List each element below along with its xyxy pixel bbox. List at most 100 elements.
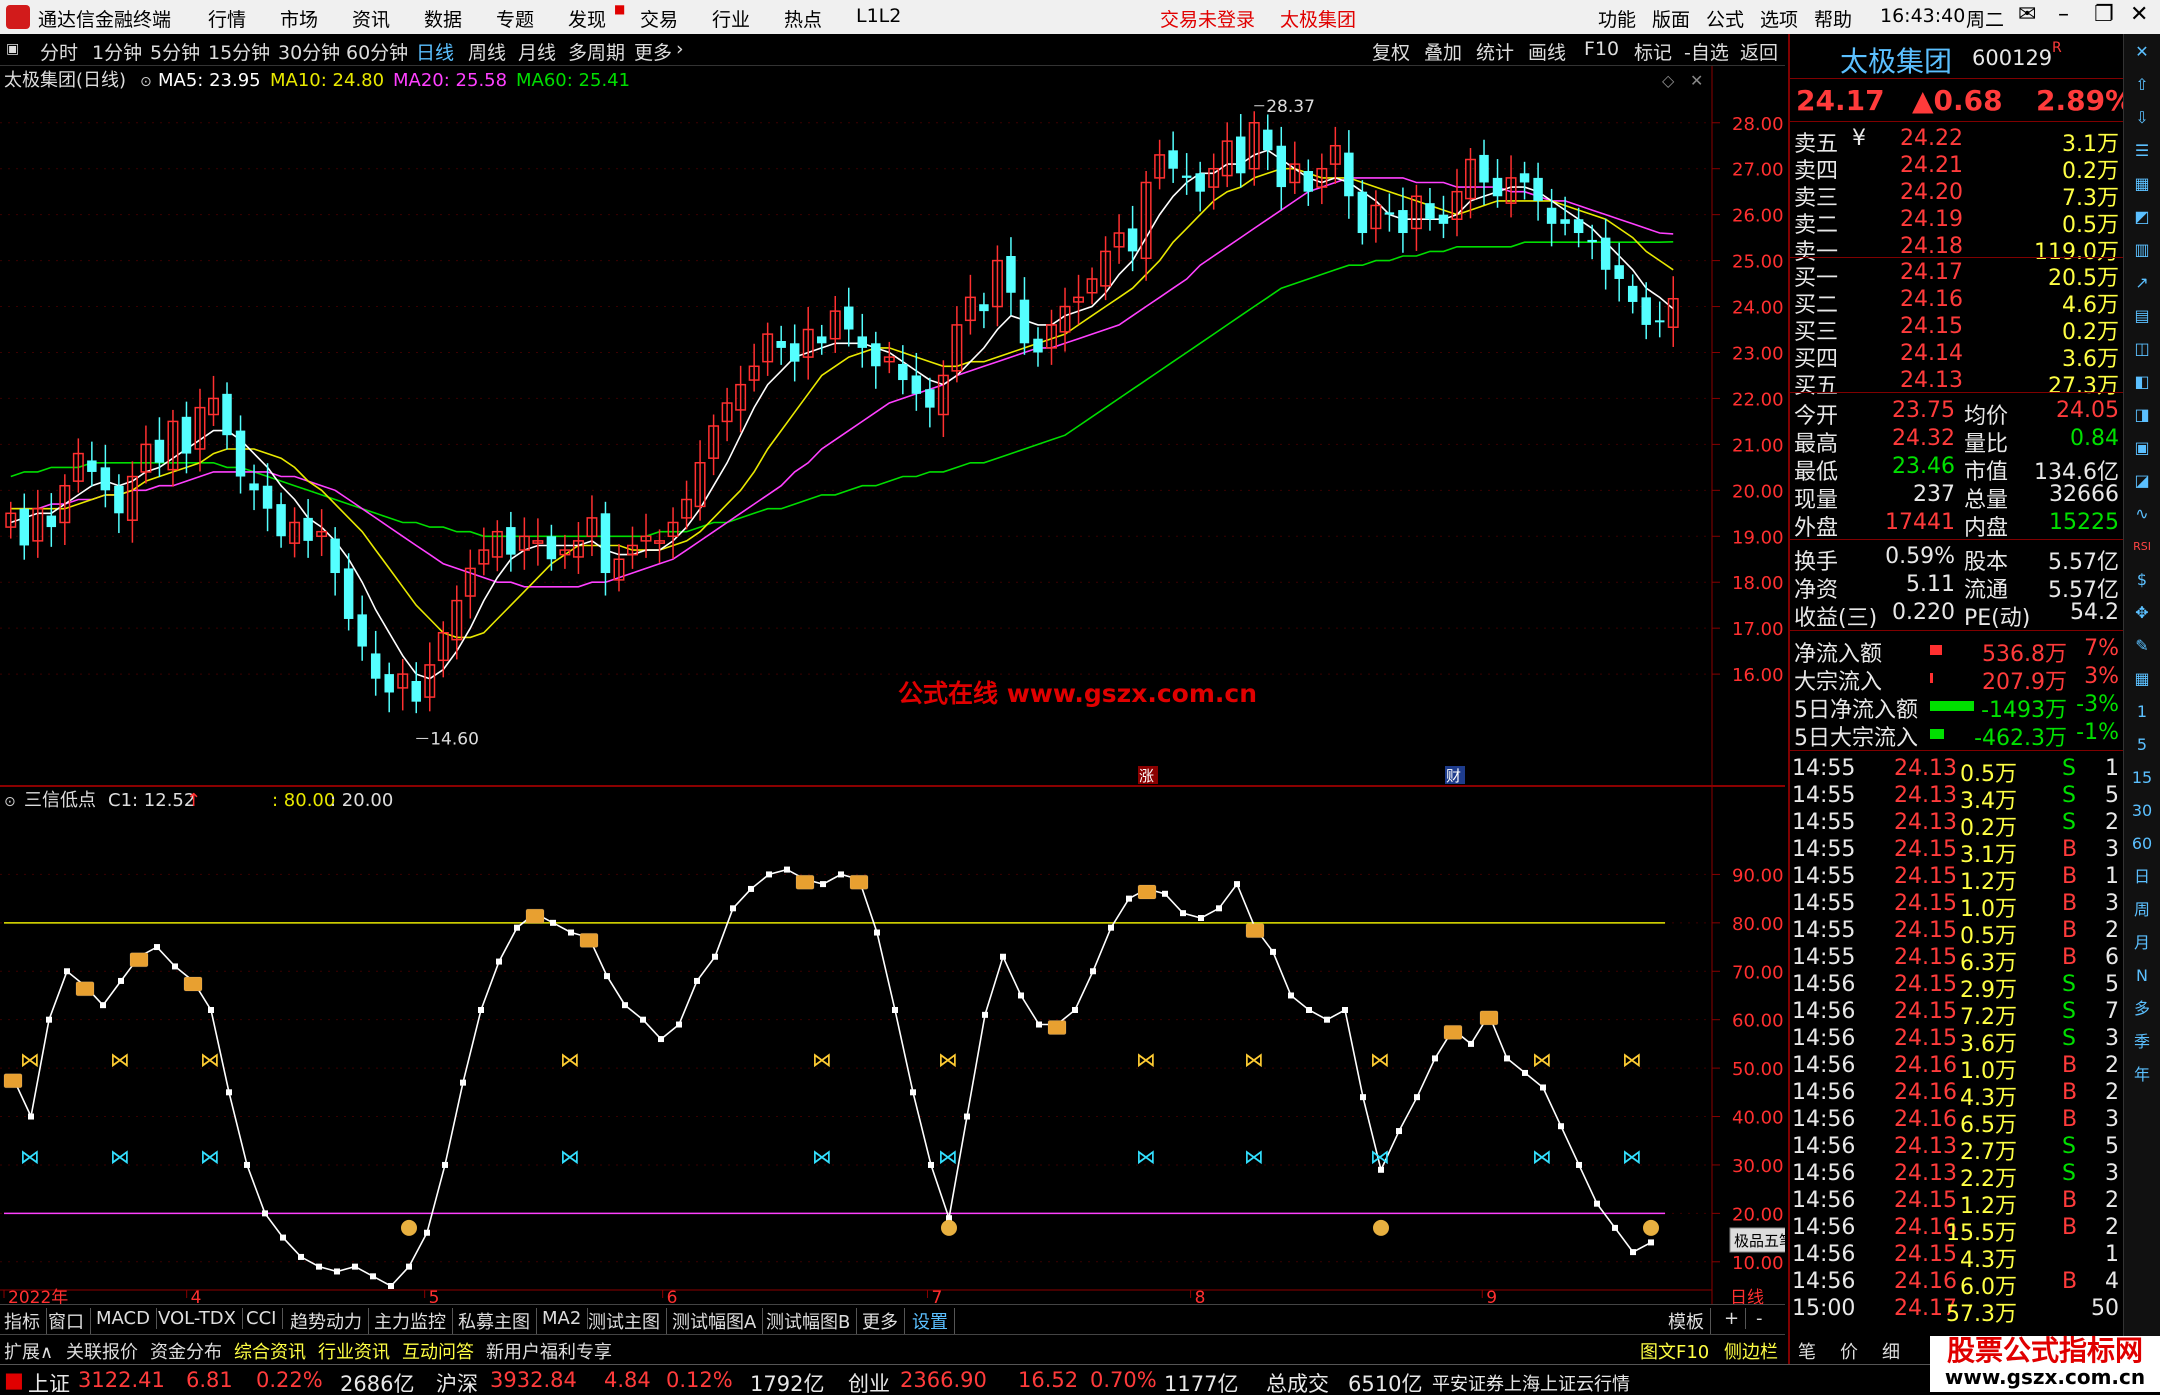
menu-item[interactable]: 公式 bbox=[1706, 5, 1744, 32]
trend-icon[interactable]: ↗ bbox=[2130, 271, 2154, 295]
tab-ma2[interactable]: MA2 bbox=[542, 1308, 589, 1329]
tab-fund-distribution[interactable]: 资金分布 bbox=[150, 1338, 222, 1364]
toolbar-action[interactable]: 叠加 bbox=[1424, 38, 1462, 65]
menu-item[interactable]: L1L2 bbox=[856, 5, 901, 27]
tab-vol[interactable]: VOL-TDX bbox=[158, 1308, 243, 1329]
chart-area[interactable]: 28.00 27.00 26.00 25.00 24.00 23.00 22.00 21.00… bbox=[0, 66, 1886, 1316]
table-icon[interactable]: ▦ bbox=[2130, 667, 2154, 691]
tab-new-user[interactable]: 新用户福利专享 bbox=[486, 1338, 612, 1364]
ime-popup-label[interactable]: 极品五笔 bbox=[1734, 1232, 1794, 1250]
up-icon[interactable]: ⇧ bbox=[2130, 73, 2154, 97]
sector-icon[interactable]: ◧ bbox=[2130, 370, 2154, 394]
menu-item[interactable]: 选项 bbox=[1760, 5, 1798, 32]
sidebar-button-x[interactable]: ✕ bbox=[2130, 40, 2154, 64]
period-tab[interactable]: 月线 bbox=[518, 38, 556, 65]
bars-icon[interactable]: ▥ bbox=[2130, 238, 2154, 262]
period-tab[interactable]: 分时 bbox=[40, 38, 78, 65]
f10-button[interactable]: 图文F10 bbox=[1640, 1338, 1709, 1364]
sidebar-button-年[interactable]: 年 bbox=[2130, 1063, 2154, 1087]
menu-item[interactable]: 行情 bbox=[208, 5, 246, 32]
panel-close-icon[interactable]: ✕ bbox=[1690, 71, 1703, 90]
period-tab[interactable]: 5分钟 bbox=[150, 38, 200, 65]
menu-item[interactable]: 热点 bbox=[784, 5, 822, 32]
toolbar-action[interactable]: 返回 bbox=[1740, 38, 1778, 65]
draw-icon[interactable]: ✎ bbox=[2130, 634, 2154, 658]
remove-pane-button[interactable]: - bbox=[1756, 1308, 1769, 1329]
tab-settings[interactable]: 设置 bbox=[912, 1308, 955, 1334]
f2-icon[interactable]: ◨ bbox=[2130, 403, 2154, 427]
chart-icon[interactable]: ◩ bbox=[2130, 205, 2154, 229]
f10-icon[interactable]: ▤ bbox=[2130, 304, 2154, 328]
tab-private-main[interactable]: 私募主图 bbox=[458, 1308, 537, 1334]
toolbar-action[interactable]: 复权 bbox=[1372, 38, 1410, 65]
toolbar-action[interactable]: F10 bbox=[1584, 38, 1619, 60]
minimize-icon[interactable]: – bbox=[2058, 2, 2069, 27]
add-pane-button[interactable]: + bbox=[1724, 1308, 1747, 1329]
period-tab-active[interactable]: 日线 bbox=[416, 38, 454, 65]
panel-toggle-icon[interactable]: ▣ bbox=[6, 41, 19, 57]
list-icon[interactable]: ☰ bbox=[2130, 139, 2154, 163]
period-tab[interactable]: 1分钟 bbox=[92, 38, 142, 65]
sidebar-button-RSI[interactable]: RSI bbox=[2130, 535, 2154, 559]
sidebar-button-周[interactable]: 周 bbox=[2130, 898, 2154, 922]
menu-item[interactable]: 发现 bbox=[568, 5, 606, 32]
period-tab[interactable]: 60分钟 bbox=[346, 38, 408, 65]
move-icon[interactable]: ✥ bbox=[2130, 601, 2154, 625]
sidebar-button-30[interactable]: 30 bbox=[2130, 799, 2154, 823]
money-icon[interactable]: $ bbox=[2130, 568, 2154, 592]
period-tab[interactable]: 15分钟 bbox=[208, 38, 270, 65]
tab-indicator[interactable]: 指标 bbox=[4, 1308, 47, 1334]
l2-icon[interactable]: ◫ bbox=[2130, 337, 2154, 361]
tab-test-sub-a[interactable]: 测试幅图A bbox=[672, 1308, 764, 1334]
marker-zhang[interactable]: 涨 bbox=[1139, 767, 1154, 785]
sidebar-button-季[interactable]: 季 bbox=[2130, 1030, 2154, 1054]
menu-item[interactable]: 交易 bbox=[640, 5, 678, 32]
toolbar-action[interactable]: 统计 bbox=[1476, 38, 1514, 65]
tab-macd[interactable]: MACD bbox=[96, 1308, 157, 1329]
tab-cci[interactable]: CCI bbox=[246, 1308, 284, 1329]
period-tab-more[interactable]: 更多 bbox=[634, 38, 672, 65]
toolbar-action[interactable]: -自选 bbox=[1684, 38, 1729, 65]
menu-item[interactable]: 市场 bbox=[280, 5, 318, 32]
toolbar-action[interactable]: 画线 bbox=[1528, 38, 1566, 65]
period-tab[interactable]: 30分钟 bbox=[278, 38, 340, 65]
tab-trend-power[interactable]: 趋势动力 bbox=[290, 1308, 369, 1334]
menu-item[interactable]: 数据 bbox=[424, 5, 462, 32]
sidebar-button-月[interactable]: 月 bbox=[2130, 931, 2154, 955]
grid-icon[interactable]: ▦ bbox=[2130, 172, 2154, 196]
menu-item[interactable]: 资讯 bbox=[352, 5, 390, 32]
sidebar-button-多[interactable]: 多 bbox=[2130, 997, 2154, 1021]
tab-test-sub-b[interactable]: 测试幅图B bbox=[766, 1308, 858, 1334]
sidebar-button-N[interactable]: N bbox=[2130, 964, 2154, 988]
menu-item[interactable]: 行业 bbox=[712, 5, 750, 32]
wave-icon[interactable]: ∿ bbox=[2130, 502, 2154, 526]
sidebar-button-5[interactable]: 5 bbox=[2130, 733, 2154, 757]
index-cy-label[interactable]: 创业 bbox=[848, 1368, 890, 1395]
tab-related-quotes[interactable]: 关联报价 bbox=[66, 1338, 138, 1364]
menu-item[interactable]: 帮助 bbox=[1814, 5, 1852, 32]
tab-industry-news[interactable]: 行业资讯 bbox=[318, 1338, 390, 1364]
tab-window[interactable]: 窗口 bbox=[48, 1308, 91, 1334]
compare-icon[interactable]: ◪ bbox=[2130, 469, 2154, 493]
toolbar-action[interactable]: 标记 bbox=[1634, 38, 1672, 65]
index-sh-label[interactable]: 上证 bbox=[28, 1368, 70, 1395]
sidebar-button-60[interactable]: 60 bbox=[2130, 832, 2154, 856]
tab-test-main[interactable]: 测试主图 bbox=[588, 1308, 667, 1334]
tab-qa[interactable]: 互动问答 bbox=[402, 1338, 474, 1364]
tab-detail[interactable]: 细 bbox=[1882, 1338, 1900, 1364]
marker-cai[interactable]: 财 bbox=[1446, 767, 1461, 785]
tab-more[interactable]: 更多 bbox=[862, 1308, 905, 1334]
expand-button[interactable]: 扩展∧ bbox=[4, 1338, 53, 1364]
menu-item[interactable]: 版面 bbox=[1652, 5, 1690, 32]
indicator-settings-icon[interactable]: ⊙ bbox=[4, 794, 16, 810]
tab-news[interactable]: 综合资讯 bbox=[234, 1338, 306, 1364]
period-tab[interactable]: 周线 bbox=[468, 38, 506, 65]
tab-price[interactable]: 价 bbox=[1840, 1338, 1858, 1364]
menu-item[interactable]: 功能 bbox=[1598, 5, 1636, 32]
settings-icon[interactable]: ⊙ bbox=[140, 74, 152, 90]
close-icon[interactable]: ✕ bbox=[2130, 2, 2148, 27]
login-status[interactable]: 交易未登录 bbox=[1160, 5, 1255, 32]
chevron-right-icon[interactable]: › bbox=[676, 38, 684, 60]
tab-trades[interactable]: 笔 bbox=[1798, 1338, 1816, 1364]
period-tab[interactable]: 多周期 bbox=[568, 38, 625, 65]
